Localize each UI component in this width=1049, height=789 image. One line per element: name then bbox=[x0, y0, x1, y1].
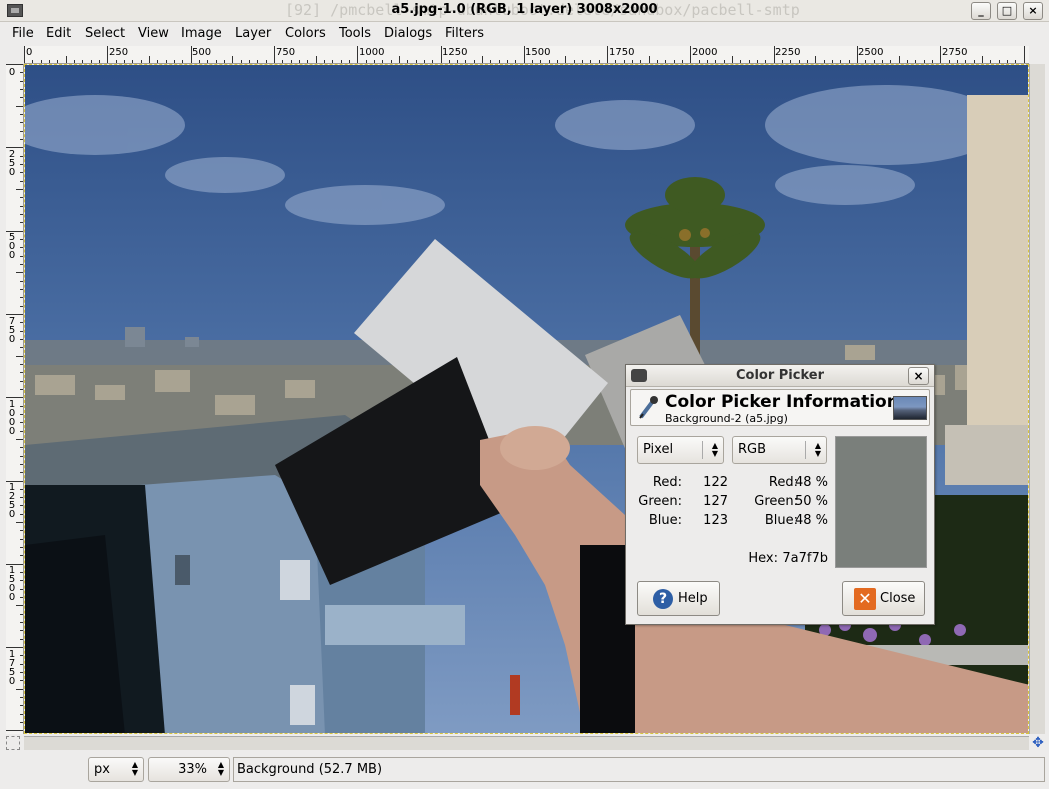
blue-percent: 48 % bbox=[794, 513, 828, 528]
minimize-button[interactable]: _ bbox=[971, 2, 991, 20]
red-percent: 48 % bbox=[794, 475, 828, 490]
ruler-label: 1250 bbox=[8, 482, 16, 520]
pixel-mode-select[interactable]: Pixel ▲ ▼ bbox=[637, 436, 724, 464]
spin-arrows-icon: ▲ ▼ bbox=[814, 441, 821, 458]
green-value: 127 bbox=[703, 494, 728, 509]
ruler-label: 250 bbox=[109, 47, 129, 58]
ruler-label: 2750 bbox=[942, 47, 968, 58]
ruler-label: 1000 bbox=[359, 47, 385, 58]
red-label: Red: bbox=[652, 475, 682, 490]
color-mode-select[interactable]: RGB ▲ ▼ bbox=[732, 436, 827, 464]
ruler-label: 0 bbox=[26, 47, 33, 58]
help-icon: ? bbox=[653, 589, 673, 609]
blue-label: Blue: bbox=[764, 513, 798, 528]
red-value: 122 bbox=[703, 475, 728, 490]
menu-view[interactable]: View bbox=[138, 26, 169, 41]
pixel-values: Red: 122 Green: 127 Blue: 123 bbox=[638, 473, 728, 530]
hex-label: Hex: bbox=[748, 551, 778, 566]
close-icon: ✕ bbox=[854, 588, 876, 610]
zoom-selector[interactable]: 33% ▲ ▼ bbox=[148, 757, 230, 782]
navigate-icon[interactable]: ✥ bbox=[1029, 735, 1047, 751]
ruler-label: 2500 bbox=[858, 47, 884, 58]
ruler-label: 2250 bbox=[775, 47, 801, 58]
spin-arrows-icon: ▲ ▼ bbox=[217, 760, 225, 777]
horizontal-ruler[interactable]: 0 250 500 750 1000 1250 1500 1750 2000 2… bbox=[24, 46, 1029, 64]
window-titlebar: [92] /pmcbell-smtp-ubuntuboot.delete/san… bbox=[0, 0, 1049, 22]
green-label: Green: bbox=[754, 494, 798, 509]
image-thumbnail bbox=[893, 396, 927, 420]
hex-value: 7a7f7b bbox=[782, 551, 828, 566]
status-message: Background (52.7 MB) bbox=[233, 757, 1045, 782]
ruler-label: 750 bbox=[8, 316, 16, 345]
color-mode-value: RGB bbox=[738, 442, 767, 457]
layer-name: Background-2 (a5.jpg) bbox=[665, 412, 788, 425]
color-picker-icon bbox=[639, 396, 658, 419]
hex-row: Hex: 7a7f7b bbox=[732, 549, 828, 568]
statusbar: px ▲ ▼ 33% ▲ ▼ Background (52.7 MB) bbox=[0, 752, 1049, 789]
menu-layer[interactable]: Layer bbox=[235, 26, 271, 41]
green-percent: 50 % bbox=[794, 494, 828, 509]
close-button[interactable]: ✕ Close bbox=[842, 581, 925, 616]
color-swatch bbox=[835, 436, 927, 568]
dialog-heading: Color Picker Information bbox=[665, 392, 899, 412]
zoom-value: 33% bbox=[178, 762, 207, 777]
dialog-titlebar[interactable]: Color Picker × bbox=[626, 365, 934, 387]
ruler-label: 2000 bbox=[692, 47, 718, 58]
ruler-label: 0 bbox=[8, 67, 16, 78]
ruler-label: 500 bbox=[192, 47, 212, 58]
menu-select[interactable]: Select bbox=[85, 26, 125, 41]
close-button-label: Close bbox=[880, 591, 916, 606]
ruler-label: 500 bbox=[8, 232, 16, 261]
ruler-label: 1750 bbox=[609, 47, 635, 58]
unit-selector[interactable]: px ▲ ▼ bbox=[88, 757, 144, 782]
quick-mask-toggle-icon[interactable] bbox=[6, 736, 20, 750]
menu-filters[interactable]: Filters bbox=[445, 26, 484, 41]
menu-colors[interactable]: Colors bbox=[285, 26, 326, 41]
rgb-values: Red: 48 % Green: 50 % Blue: 48 % bbox=[732, 473, 828, 530]
pixel-mode-value: Pixel bbox=[643, 442, 674, 457]
help-button-label: Help bbox=[678, 591, 708, 606]
vertical-scrollbar[interactable] bbox=[1029, 64, 1045, 734]
ruler-label: 250 bbox=[8, 149, 16, 178]
ruler-label: 1000 bbox=[8, 399, 16, 437]
horizontal-scrollbar[interactable] bbox=[24, 736, 1029, 750]
dialog-header: Color Picker Information Background-2 (a… bbox=[630, 389, 930, 426]
menu-image[interactable]: Image bbox=[181, 26, 222, 41]
menu-file[interactable]: File bbox=[12, 26, 34, 41]
ruler-label: 1500 bbox=[525, 47, 551, 58]
unit-value: px bbox=[94, 762, 110, 777]
menu-tools[interactable]: Tools bbox=[339, 26, 371, 41]
menu-edit[interactable]: Edit bbox=[46, 26, 71, 41]
menu-dialogs[interactable]: Dialogs bbox=[384, 26, 432, 41]
spin-arrows-icon: ▲ ▼ bbox=[131, 760, 139, 777]
dialog-close-button[interactable]: × bbox=[908, 367, 929, 385]
ruler-label: 750 bbox=[276, 47, 296, 58]
window-title: a5.jpg-1.0 (RGB, 1 layer) 3008x2000 bbox=[391, 2, 658, 17]
ruler-label: 1500 bbox=[8, 565, 16, 603]
dialog-title: Color Picker bbox=[735, 368, 824, 383]
vertical-ruler[interactable]: 0 250 500 750 1000 1250 1500 1750 bbox=[6, 64, 24, 734]
ruler-label: 1250 bbox=[442, 47, 468, 58]
menubar: File Edit Select View Image Layer Colors… bbox=[0, 22, 1049, 46]
color-picker-dialog: Color Picker × Color Picker Information … bbox=[625, 364, 935, 625]
ruler-corner bbox=[6, 46, 24, 64]
help-button[interactable]: ? Help bbox=[637, 581, 720, 616]
red-label: Red: bbox=[768, 475, 798, 490]
spin-arrows-icon: ▲ ▼ bbox=[711, 441, 718, 458]
green-label: Green: bbox=[638, 494, 682, 509]
blue-label: Blue: bbox=[648, 513, 682, 528]
blue-value: 123 bbox=[703, 513, 728, 528]
ruler-label: 1750 bbox=[8, 649, 16, 687]
maximize-button[interactable]: □ bbox=[997, 2, 1017, 20]
close-window-button[interactable]: × bbox=[1023, 2, 1043, 20]
